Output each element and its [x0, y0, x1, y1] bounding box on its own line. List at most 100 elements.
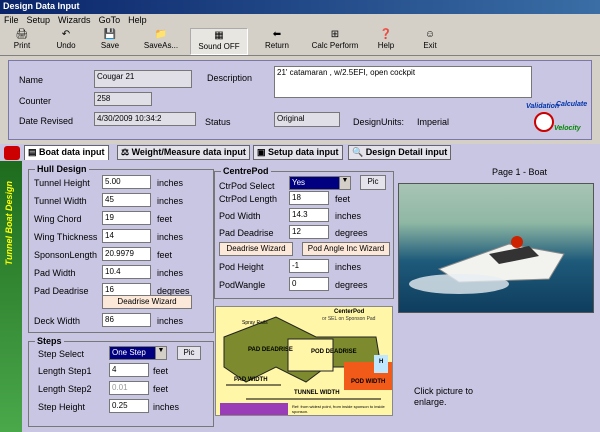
- pod-deadrise-wizard-button[interactable]: Deadrise Wizard: [219, 242, 293, 256]
- hull-cross-section-diagram[interactable]: CenterPod or SEL on Sponson Pad Spray Ra…: [215, 306, 393, 416]
- menu-setup[interactable]: Setup: [23, 14, 55, 26]
- status-field: Original: [274, 112, 340, 127]
- description-input[interactable]: 21' catamaran , w/2.5EFI, open cockpit: [274, 66, 532, 98]
- folder-icon: 📁: [154, 29, 168, 40]
- exit-button[interactable]: ☺ Exit: [408, 28, 452, 55]
- save-button[interactable]: 💾 Save: [88, 28, 132, 55]
- steps-pic-button[interactable]: Pic: [177, 346, 201, 360]
- menu-help[interactable]: Help: [124, 14, 151, 26]
- pod-deadrise-diagram-label: POD DEADRISE: [311, 349, 357, 355]
- tab-strip: ▤ Boat data input ⚖ Weight/Measure data …: [0, 144, 600, 161]
- pod-unit-1: inches: [335, 211, 362, 221]
- pod-label-2: Pad Deadrise: [219, 228, 274, 238]
- pod-input-0[interactable]: 18: [289, 191, 329, 205]
- hull-label-4: SponsonLength: [34, 250, 98, 260]
- scale-icon: ⚖: [121, 147, 132, 157]
- clipboard-icon: ▤: [28, 147, 40, 157]
- pod-label-1: Pod Width: [219, 211, 261, 221]
- ctrpod-select-dropdown[interactable]: Yes ▼: [289, 176, 351, 190]
- sel-diagram-label: or SEL on Sponson Pad: [322, 316, 376, 322]
- calculator-icon: ⊞: [330, 29, 340, 40]
- tab-boat-data[interactable]: ▤ Boat data input: [24, 145, 109, 160]
- sidebar-banner: Tunnel Boat Design: [0, 161, 22, 432]
- tab-weight-measure[interactable]: ⚖ Weight/Measure data input: [117, 145, 250, 160]
- hull-input-4[interactable]: 20.9979: [102, 247, 151, 261]
- pod2-input-1[interactable]: 0: [289, 277, 329, 291]
- return-button[interactable]: ⬅ Return: [248, 28, 306, 55]
- hull-unit-0: inches: [157, 178, 184, 188]
- menu-file[interactable]: File: [0, 14, 23, 26]
- save-as-button[interactable]: 📁 SaveAs...: [132, 28, 190, 55]
- hull-input-0[interactable]: 5.00: [102, 175, 151, 189]
- step-unit-1: feet: [153, 384, 169, 394]
- validation-calculate-logo[interactable]: Validation Calculate Velocity: [526, 99, 590, 139]
- toolbar: 🖨 Print ↶ Undo 💾 Save 📁 SaveAs... ▦ Sound OFF…: [0, 28, 600, 56]
- pad-deadrise-diagram-label: PAD DEADRISE: [248, 347, 293, 353]
- steps-title: Steps: [35, 336, 64, 346]
- pod-angle-wizard-button[interactable]: Pod Angle Inc Wizard: [302, 242, 390, 256]
- boat-data-panel: Hull Design Steps Step Select One Step ▼ …: [22, 161, 600, 432]
- sound-icon: ▦: [214, 30, 224, 41]
- hull-input-2[interactable]: 19: [102, 211, 151, 225]
- menu-bar: File Setup Wizards GoTo Help: [0, 14, 600, 28]
- step-label-2: Step Height: [38, 402, 86, 412]
- hull-label-0: Tunnel Height: [34, 178, 90, 188]
- sidebar-title: Tunnel Boat Design: [4, 181, 14, 266]
- app-logo-icon: [4, 146, 20, 160]
- tab-setup-data[interactable]: ▣ Setup data input: [253, 145, 343, 160]
- print-button[interactable]: 🖨 Print: [0, 28, 44, 55]
- centerpod-diagram-label: CenterPod: [334, 309, 365, 315]
- deck-input-0[interactable]: 86: [102, 313, 151, 327]
- hull-input-1[interactable]: 45: [102, 193, 151, 207]
- water-spray-shape: [409, 274, 509, 294]
- pod-input-2[interactable]: 12: [289, 225, 329, 239]
- pod-unit-2: degrees: [335, 228, 368, 238]
- hull-label-6: Pad Deadrise: [34, 286, 89, 296]
- pod-width-diagram-label: POD WIDTH: [351, 379, 386, 385]
- hull-unit-1: inches: [157, 196, 184, 206]
- name-input[interactable]: Cougar 21: [94, 70, 192, 88]
- step-unit-0: feet: [153, 366, 169, 376]
- step-input-1[interactable]: 0.01: [109, 381, 149, 395]
- chevron-down-icon: ▼: [339, 177, 350, 189]
- undo-button[interactable]: ↶ Undo: [44, 28, 88, 55]
- pod2-label-0: Pod Height: [219, 262, 264, 272]
- menu-goto[interactable]: GoTo: [95, 14, 125, 26]
- hull-unit-2: feet: [157, 214, 173, 224]
- design-units-label: DesignUnits:: [353, 117, 405, 127]
- window-title-bar: Design Data Input: [0, 0, 600, 14]
- pod-input-1[interactable]: 14.3: [289, 208, 329, 222]
- hull-deadrise-wizard-button[interactable]: Deadrise Wizard: [102, 295, 192, 309]
- date-revised-label: Date Revised: [19, 116, 74, 126]
- centrepod-pic-button[interactable]: Pic: [360, 175, 386, 190]
- centrepod-title: CentrePod: [221, 166, 271, 176]
- step-input-0[interactable]: 4: [109, 363, 149, 377]
- hull-input-3[interactable]: 14: [102, 229, 151, 243]
- height-diagram-label: H: [379, 359, 384, 365]
- research-logo: [220, 403, 288, 415]
- floppy-icon: 💾: [103, 29, 117, 40]
- tab-design-detail[interactable]: 🔍 Design Detail input: [348, 145, 452, 160]
- no-sign-icon: [534, 112, 554, 132]
- step-label-1: Length Step2: [38, 384, 92, 394]
- calc-perform-button[interactable]: ⊞ Calc Perform: [306, 28, 364, 55]
- name-label: Name: [19, 75, 44, 85]
- diagram-reference-note: Ref: from widest point, from inside spon…: [292, 404, 385, 414]
- counter-label: Counter: [19, 96, 52, 106]
- pod2-input-0[interactable]: -1: [289, 259, 329, 273]
- pod-shape: [287, 338, 334, 372]
- sound-toggle-button[interactable]: ▦ Sound OFF: [190, 28, 248, 55]
- step-input-2[interactable]: 0.25: [109, 399, 149, 413]
- step-select-dropdown[interactable]: One Step ▼: [109, 346, 167, 360]
- help-button[interactable]: ❓ Help: [364, 28, 408, 55]
- counter-field: 258: [94, 92, 152, 106]
- back-arrow-icon: ⬅: [272, 29, 282, 40]
- printer-icon: 🖨: [15, 29, 29, 40]
- boat-photo[interactable]: [398, 183, 594, 313]
- pod-label-0: CtrPod Length: [219, 194, 278, 204]
- menu-wizards[interactable]: Wizards: [54, 14, 95, 26]
- status-label: Status: [205, 117, 231, 127]
- hull-input-5[interactable]: 10.4: [102, 265, 151, 279]
- hull-unit-3: inches: [157, 232, 184, 242]
- deck-unit-0: inches: [157, 316, 184, 326]
